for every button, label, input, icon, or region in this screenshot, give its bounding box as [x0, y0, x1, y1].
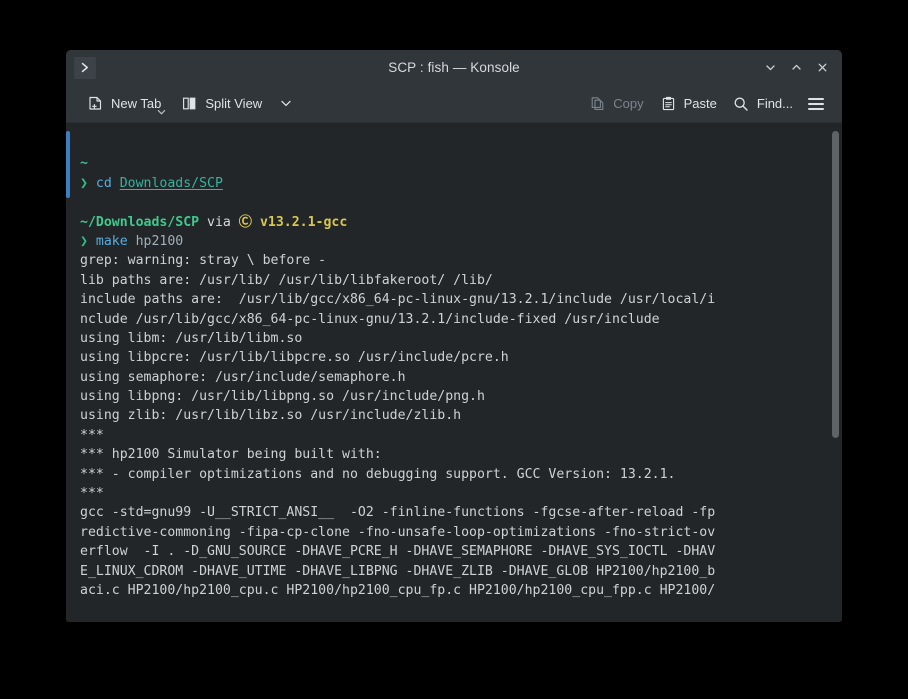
terminal-text-segment: cd [95, 175, 120, 191]
terminal-line: using semaphore: /usr/include/semaphore.… [80, 368, 828, 387]
terminal-text-segment: redictive-commoning -fipa-cp-clone -fno-… [80, 524, 716, 540]
find-button[interactable]: Find... [726, 90, 800, 118]
terminal-line: *** - compiler optimizations and no debu… [80, 465, 828, 484]
terminal-text-segment: v13.2.1-gcc [259, 214, 348, 230]
terminal-text-segment: ❯ [80, 175, 96, 191]
terminal-text-segment: gcc -std=gnu99 -U__STRICT_ANSI__ -O2 -fi… [80, 505, 716, 521]
close-button[interactable] [810, 56, 834, 80]
new-tab-label: New Tab [111, 96, 162, 111]
new-tab-icon [87, 95, 104, 112]
terminal-text-segment: Ⓒ [238, 214, 260, 230]
terminal-text-segment: using libm: /usr/lib/libm.so [80, 330, 303, 346]
chevron-down-icon [280, 99, 292, 108]
paste-label: Paste [683, 96, 717, 111]
terminal-text-segment: using libpcre: /usr/lib/libpcre.so /usr/… [80, 350, 509, 366]
terminal-line: using libm: /usr/lib/libm.so [80, 329, 828, 348]
terminal-line: *** [80, 484, 828, 503]
find-label: Find... [756, 96, 793, 111]
paste-button[interactable]: Paste [653, 90, 724, 118]
hamburger-menu-icon [808, 97, 824, 110]
terminal-line: gcc -std=gnu99 -U__STRICT_ANSI__ -O2 -fi… [80, 503, 828, 522]
toolbar: New Tab Split View Copy Paste Find... [66, 85, 842, 123]
terminal-text-segment: using zlib: /usr/lib/libz.so /usr/includ… [80, 408, 462, 424]
terminal-line: ~/Downloads/SCP via Ⓒ v13.2.1-gcc [80, 213, 828, 232]
window-controls [758, 56, 834, 80]
terminal-text-segment: aci.c HP2100/hp2100_cpu.c HP2100/hp2100_… [80, 582, 716, 598]
terminal-text-segment: ~ [80, 156, 88, 172]
terminal-line: redictive-commoning -fipa-cp-clone -fno-… [80, 523, 828, 542]
terminal-text-segment: via [199, 214, 239, 230]
terminal-line: *** [80, 426, 828, 445]
copy-label: Copy [613, 96, 644, 111]
terminal-text-segment: *** [80, 427, 104, 443]
terminal-text-segment: *** - compiler optimizations and no debu… [80, 466, 676, 482]
terminal-text-segment: Downloads/SCP [119, 175, 223, 191]
terminal-line: erflow -I . -D_GNU_SOURCE -DHAVE_PCRE_H … [80, 542, 828, 561]
konsole-window: SCP : fish — Konsole New Tab Split View … [66, 50, 842, 622]
title-bar: SCP : fish — Konsole [66, 50, 842, 85]
new-tab-button[interactable]: New Tab [80, 90, 168, 118]
split-view-button[interactable]: Split View [174, 90, 269, 118]
minimize-button[interactable] [758, 56, 782, 80]
active-session-marker [66, 131, 70, 198]
terminal-line: using zlib: /usr/lib/libz.so /usr/includ… [80, 406, 828, 425]
terminal-line: aci.c HP2100/hp2100_cpu.c HP2100/hp2100_… [80, 581, 828, 600]
scrollbar-thumb[interactable] [832, 131, 839, 438]
terminal-text-segment: nclude /usr/lib/gcc/x86_64-pc-linux-gnu/… [80, 311, 660, 327]
terminal-line: include paths are: /usr/lib/gcc/x86_64-p… [80, 290, 828, 309]
terminal-text-segment: ~/Downloads/SCP [80, 214, 200, 230]
terminal-text-segment: make [95, 233, 136, 249]
terminal-text-segment: include paths are: /usr/lib/gcc/x86_64-p… [80, 292, 716, 308]
terminal-line: nclude /usr/lib/gcc/x86_64-pc-linux-gnu/… [80, 310, 828, 329]
terminal-line: ❯ make hp2100 [80, 232, 828, 251]
terminal-area[interactable]: ~ ❯ cd Downloads/SCP ~/Downloads/SCP via … [66, 123, 842, 622]
terminal-line: grep: warning: stray \ before - [80, 251, 828, 270]
split-view-icon [181, 95, 198, 112]
split-view-dropdown-button[interactable] [275, 90, 296, 118]
terminal-line: using libpng: /usr/lib/libpng.so /usr/in… [80, 387, 828, 406]
terminal-line: lib paths are: /usr/lib/ /usr/lib/libfak… [80, 271, 828, 290]
terminal-text-segment: hp2100 [135, 233, 184, 249]
terminal-text-segment: *** hp2100 Simulator being built with: [80, 447, 382, 463]
terminal-line: using libpcre: /usr/lib/libpcre.so /usr/… [80, 348, 828, 367]
maximize-button[interactable] [784, 56, 808, 80]
terminal-output[interactable]: ~ ❯ cd Downloads/SCP ~/Downloads/SCP via … [66, 123, 828, 622]
terminal-text-segment: erflow -I . -D_GNU_SOURCE -DHAVE_PCRE_H … [80, 544, 716, 560]
toolbar-right-group: Copy Paste Find... [582, 90, 830, 118]
terminal-text-segment: lib paths are: /usr/lib/ /usr/lib/libfak… [80, 272, 493, 288]
terminal-prompt-icon[interactable] [74, 56, 96, 79]
terminal-text-segment: E_LINUX_CDROM -DHAVE_UTIME -DHAVE_LIBPNG… [80, 563, 716, 579]
split-view-label: Split View [205, 96, 263, 111]
terminal-line: E_LINUX_CDROM -DHAVE_UTIME -DHAVE_LIBPNG… [80, 562, 828, 581]
terminal-text-segment: grep: warning: stray \ before - [80, 253, 327, 269]
paste-icon [660, 95, 677, 112]
terminal-text-segment: *** [80, 486, 104, 502]
copy-button[interactable]: Copy [582, 90, 650, 118]
terminal-line: ❯ cd Downloads/SCP [80, 174, 828, 193]
new-tab-chevron-down-icon[interactable] [157, 104, 166, 119]
terminal-text-segment: using semaphore: /usr/include/semaphore.… [80, 369, 406, 385]
terminal-line: ~ [80, 154, 828, 173]
terminal-line: *** hp2100 Simulator being built with: [80, 445, 828, 464]
terminal-text-segment: using libpng: /usr/lib/libpng.so /usr/in… [80, 389, 485, 405]
terminal-scrollbar[interactable] [828, 123, 842, 622]
copy-icon [589, 95, 606, 112]
terminal-text-segment: ❯ [80, 233, 96, 249]
search-icon [733, 95, 750, 112]
main-menu-button[interactable] [802, 90, 830, 118]
window-title: SCP : fish — Konsole [388, 60, 520, 75]
toolbar-left-group: New Tab Split View [80, 90, 296, 118]
